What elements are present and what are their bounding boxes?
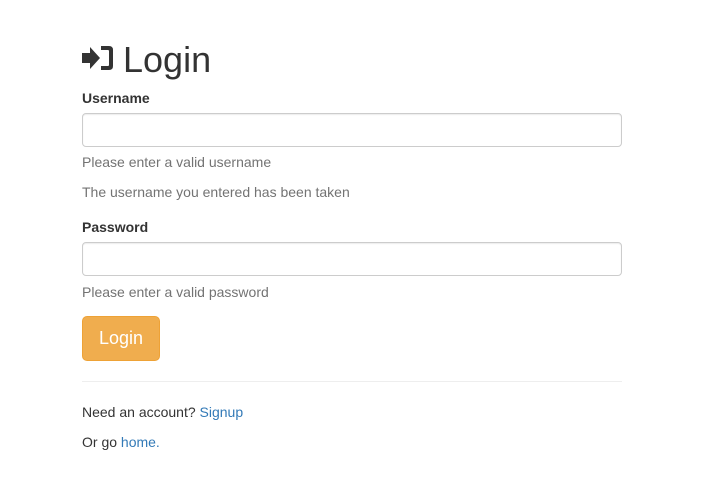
password-label: Password (82, 219, 149, 235)
page-title-text: Login (123, 39, 212, 80)
signup-link[interactable]: Signup (200, 404, 244, 420)
signup-line: Need an account? Signup (82, 404, 243, 420)
login-button[interactable]: Login (82, 316, 160, 361)
username-label: Username (82, 90, 150, 106)
home-prompt: Or go (82, 434, 121, 450)
username-input[interactable] (82, 113, 622, 147)
sign-in-icon (82, 42, 123, 79)
home-line: Or go home. (82, 434, 160, 450)
page-title: Login (82, 38, 211, 82)
home-link[interactable]: home. (121, 434, 160, 450)
divider (82, 381, 622, 382)
password-input[interactable] (82, 242, 622, 276)
password-invalid-help: Please enter a valid password (82, 284, 269, 300)
username-taken-help: The username you entered has been taken (82, 184, 350, 200)
username-invalid-help: Please enter a valid username (82, 154, 272, 170)
signup-prompt: Need an account? (82, 404, 200, 420)
